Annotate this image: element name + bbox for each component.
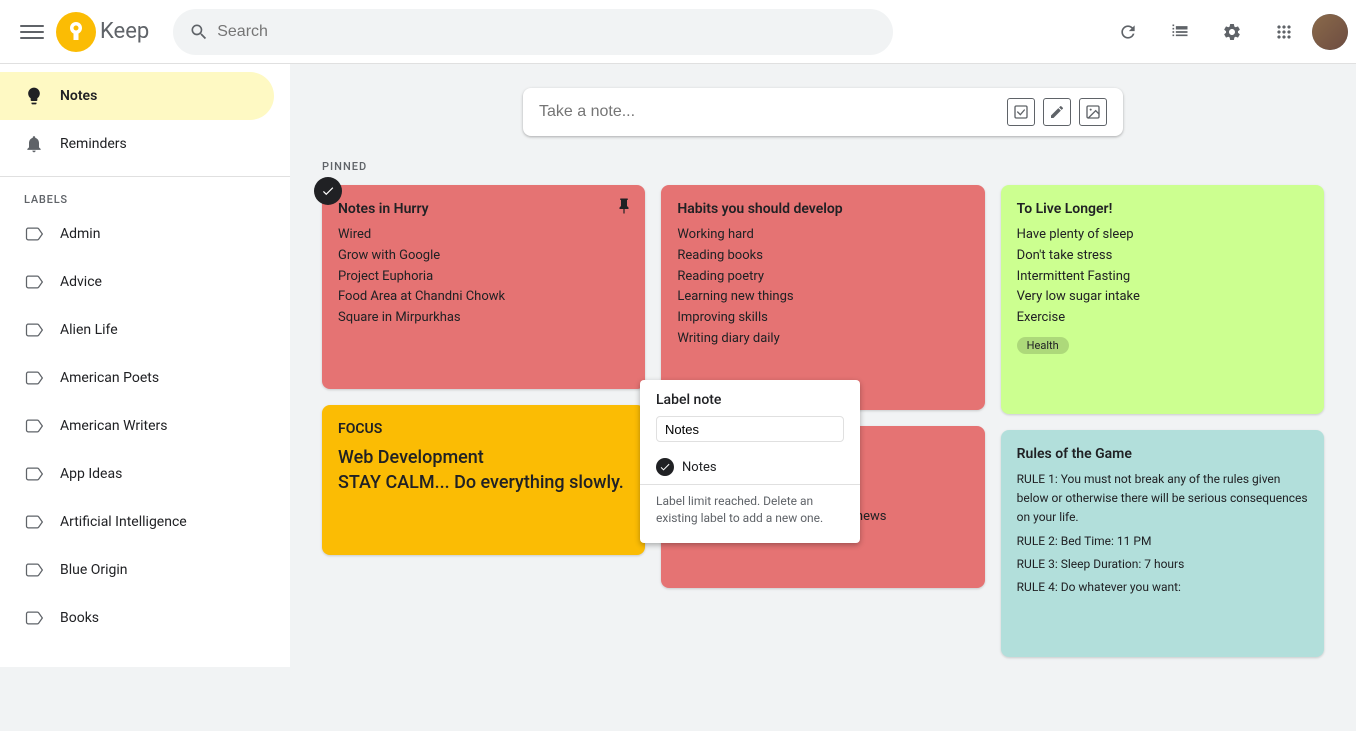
label-american-writers: American Writers <box>60 418 168 434</box>
sidebar-item-artificial-intelligence[interactable]: Artificial Intelligence <box>0 498 274 546</box>
lightbulb-icon <box>24 86 44 106</box>
note-card-habits[interactable]: Habits you should develop Working hard R… <box>661 185 984 410</box>
notes-label: Notes <box>60 88 97 104</box>
pencil-icon[interactable] <box>1043 98 1071 126</box>
note-input-actions <box>1007 98 1107 126</box>
logo-icon <box>56 12 96 52</box>
note-body: Wired Grow with Google Project Euphoria … <box>338 225 629 329</box>
label-icon-ai <box>24 512 44 532</box>
sidebar-item-american-poets[interactable]: American Poets <box>0 354 274 402</box>
label-icon-american-poets <box>24 368 44 388</box>
label-popup-search-box[interactable] <box>656 416 844 442</box>
remind-action[interactable] <box>338 507 370 539</box>
avatar-image <box>1312 14 1348 50</box>
layout-button[interactable] <box>1156 8 1204 56</box>
note-title-focus: FOCUS <box>338 421 629 437</box>
refresh-button[interactable] <box>1104 8 1152 56</box>
sidebar-item-app-ideas[interactable]: App Ideas <box>0 450 274 498</box>
label-popup-item-notes[interactable]: Notes <box>640 450 860 484</box>
more-action[interactable] <box>418 341 450 373</box>
note-title-live-longer: To Live Longer! <box>1017 201 1308 217</box>
label-item-text: Notes <box>682 460 717 475</box>
selected-check <box>314 177 342 205</box>
sidebar-item-books[interactable]: Books <box>0 594 274 642</box>
app-logo[interactable]: Keep <box>56 12 149 52</box>
checkbox-icon[interactable] <box>1007 98 1035 126</box>
pin-icon <box>615 197 633 219</box>
note-card-focus[interactable]: FOCUS Web DevelopmentSTAY CALM... Do eve… <box>322 405 645 555</box>
label-american-poets: American Poets <box>60 370 159 386</box>
apps-button[interactable] <box>1260 8 1308 56</box>
note-title: Notes in Hurry <box>338 201 629 217</box>
label-blue-origin: Blue Origin <box>60 562 128 578</box>
sidebar-item-blue-origin[interactable]: Blue Origin <box>0 546 274 594</box>
note-input-bar[interactable] <box>523 88 1123 136</box>
sidebar: Notes Reminders LABELS Admin Advice Alie… <box>0 64 290 667</box>
search-input[interactable] <box>217 23 877 41</box>
note-body-focus: Web DevelopmentSTAY CALM... Do everythin… <box>338 445 629 495</box>
label-icon-admin <box>24 224 44 244</box>
header-actions <box>1104 8 1348 56</box>
main-content: PINNED Notes in Hurry Wired Grow with Go… <box>290 64 1356 667</box>
apps-icon <box>1274 22 1294 42</box>
label-books: Books <box>60 610 99 626</box>
add-collaborator-action[interactable] <box>378 507 410 539</box>
label-popup: Label note Notes Label limit reached. De… <box>640 380 860 543</box>
remind-action[interactable] <box>1017 366 1049 398</box>
note-body-rules: RULE 1: You must not break any of the ru… <box>1017 470 1308 597</box>
reminders-label: Reminders <box>60 136 127 152</box>
label-app-ideas: App Ideas <box>60 466 122 482</box>
check-circle <box>656 458 674 476</box>
label-icon-app-ideas <box>24 464 44 484</box>
settings-icon <box>1222 22 1242 42</box>
search-icon <box>189 22 209 42</box>
remind-action[interactable] <box>677 540 709 572</box>
label-icon-blue-origin <box>24 560 44 580</box>
remind-action[interactable] <box>338 341 370 373</box>
note-body-habits: Working hard Reading books Reading poetr… <box>677 225 968 350</box>
label-popup-warning: Label limit reached. Delete an existing … <box>640 484 860 535</box>
image-icon[interactable] <box>1079 98 1107 126</box>
logo-text: Keep <box>100 19 149 44</box>
note-title-rules: Rules of the Game <box>1017 446 1308 462</box>
remind-action[interactable] <box>1017 609 1049 641</box>
label-icon-advice <box>24 272 44 292</box>
avatar[interactable] <box>1312 14 1348 50</box>
label-icon-alien-life <box>24 320 44 340</box>
note-card-notes-in-hurry[interactable]: Notes in Hurry Wired Grow with Google Pr… <box>322 185 645 389</box>
label-icon-books <box>24 608 44 628</box>
menu-button[interactable] <box>8 8 56 56</box>
refresh-icon <box>1118 22 1138 42</box>
app-header: Keep <box>0 0 1356 64</box>
add-collaborator-action[interactable] <box>378 341 410 373</box>
note-card-live-longer[interactable]: To Live Longer! Have plenty of sleep Don… <box>1001 185 1324 414</box>
note-card-rules[interactable]: Rules of the Game RULE 1: You must not b… <box>1001 430 1324 657</box>
sidebar-item-advice[interactable]: Advice <box>0 258 274 306</box>
label-icon-american-writers <box>24 416 44 436</box>
sidebar-item-notes[interactable]: Notes <box>0 72 274 120</box>
search-bar[interactable] <box>173 9 893 55</box>
settings-button[interactable] <box>1208 8 1256 56</box>
bell-icon <box>24 134 44 154</box>
sidebar-item-admin[interactable]: Admin <box>0 210 274 258</box>
pinned-label: PINNED <box>322 160 1324 173</box>
health-chip: Health <box>1017 337 1069 354</box>
sidebar-divider <box>0 176 290 177</box>
label-alien-life: Alien Life <box>60 322 118 338</box>
label-popup-search-input[interactable] <box>665 422 841 437</box>
note-body-live-longer: Have plenty of sleep Don't take stress I… <box>1017 225 1308 329</box>
layout-icon <box>1170 22 1190 42</box>
label-popup-title: Label note <box>640 392 860 416</box>
note-input[interactable] <box>539 103 1007 121</box>
sidebar-item-alien-life[interactable]: Alien Life <box>0 306 274 354</box>
sidebar-item-american-writers[interactable]: American Writers <box>0 402 274 450</box>
note-title-habits: Habits you should develop <box>677 201 968 217</box>
sidebar-item-reminders[interactable]: Reminders <box>0 120 274 168</box>
labels-header: LABELS <box>0 185 290 210</box>
label-advice: Advice <box>60 274 102 290</box>
label-ai: Artificial Intelligence <box>60 514 187 530</box>
label-admin: Admin <box>60 226 100 242</box>
